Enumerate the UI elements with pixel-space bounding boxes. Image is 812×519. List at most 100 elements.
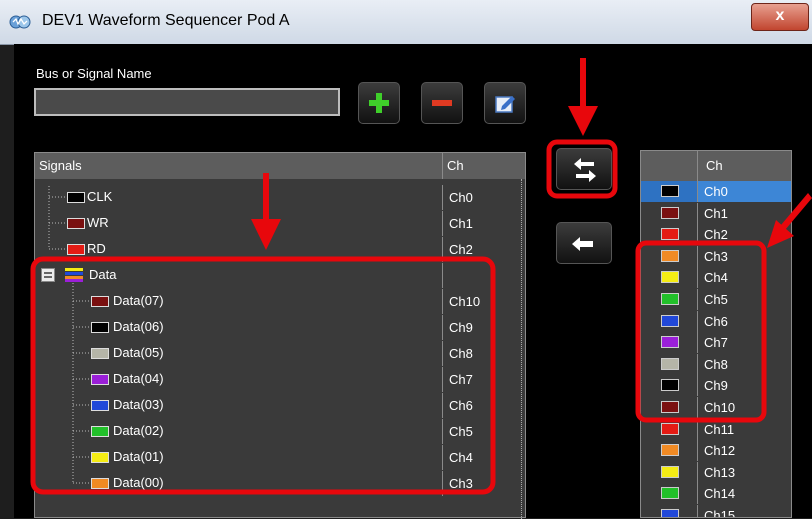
channel-label: Ch0 <box>697 181 791 202</box>
close-button[interactable]: x <box>751 3 809 31</box>
color-swatch <box>91 452 109 463</box>
color-swatch <box>661 401 679 413</box>
color-swatch <box>661 379 679 392</box>
channel-row-ch8[interactable]: Ch8 <box>641 353 791 375</box>
arrow-left-icon <box>572 237 593 251</box>
channel-label: Ch7 <box>697 332 791 354</box>
signal-name: Data(06) <box>113 319 164 334</box>
app-icon <box>9 15 31 29</box>
signal-channel: Ch10 <box>442 289 526 314</box>
channel-row-ch11[interactable]: Ch11 <box>641 418 791 440</box>
signal-name: Data(05) <box>113 345 164 360</box>
channel-row-ch4[interactable]: Ch4 <box>641 267 791 289</box>
channel-row-ch9[interactable]: Ch9 <box>641 375 791 397</box>
channel-label: Ch11 <box>697 418 791 440</box>
signal-channel <box>442 263 526 288</box>
signal-channel: Ch0 <box>442 185 526 210</box>
edit-icon <box>495 96 515 113</box>
signal-name: RD <box>87 241 106 256</box>
channel-row-ch13[interactable]: Ch13 <box>641 461 791 483</box>
color-swatch <box>661 487 679 500</box>
add-button[interactable] <box>358 82 400 124</box>
window-title: DEV1 Waveform Sequencer Pod A <box>42 12 290 29</box>
signal-row-data05[interactable]: Data(05) Ch8 <box>35 341 525 366</box>
channels-column-header[interactable]: Ch <box>697 151 723 181</box>
channel-label: Ch4 <box>697 267 791 289</box>
channel-label: Ch6 <box>697 310 791 332</box>
color-swatch <box>91 374 109 385</box>
color-swatch <box>661 509 679 517</box>
signal-row-data06[interactable]: Data(06) Ch9 <box>35 315 525 340</box>
signal-name: Data(00) <box>113 475 164 490</box>
signal-name: Data(03) <box>113 397 164 412</box>
channels-table: Ch Ch0 Ch1 Ch2 Ch3 Ch4 Ch5 Ch6 Ch7 Ch8 Ch9 Ch10 Ch1… <box>640 150 792 518</box>
plus-icon <box>369 93 389 113</box>
channel-row-ch14[interactable]: Ch14 <box>641 483 791 505</box>
edit-button[interactable] <box>484 82 526 124</box>
signal-name: CLK <box>87 189 113 204</box>
unassign-button[interactable] <box>556 222 612 264</box>
channel-row-ch0[interactable]: Ch0 <box>641 181 791 202</box>
signal-channel: Ch4 <box>442 445 526 470</box>
signal-row-data01[interactable]: Data(01) Ch4 <box>35 445 525 470</box>
channel-label: Ch12 <box>697 440 791 462</box>
color-swatch <box>91 426 109 437</box>
remove-button[interactable] <box>421 82 463 124</box>
swap-arrows-icon <box>574 158 596 182</box>
channel-label: Ch15 <box>697 505 791 517</box>
channel-row-ch12[interactable]: Ch12 <box>641 440 791 462</box>
signal-row-data07[interactable]: Data(07) Ch10 <box>35 289 525 314</box>
scrollbar[interactable] <box>521 179 526 519</box>
channel-row-ch6[interactable]: Ch6 <box>641 310 791 332</box>
bus-row-data[interactable]: Data <box>35 263 525 288</box>
assign-button[interactable] <box>556 148 612 190</box>
channel-row-ch15[interactable]: Ch15 <box>641 505 791 517</box>
signal-row-rd[interactable]: RD Ch2 <box>35 237 525 262</box>
channel-label: Ch9 <box>697 375 791 397</box>
signal-row-wr[interactable]: WR Ch1 <box>35 211 525 236</box>
signal-channel: Ch7 <box>442 367 526 392</box>
channel-label: Ch10 <box>697 397 791 418</box>
channel-row-ch3[interactable]: Ch3 <box>641 245 791 267</box>
channel-label: Ch3 <box>697 245 791 267</box>
signal-channel: Ch2 <box>442 237 526 262</box>
signal-row-data00[interactable]: Data(00) Ch3 <box>35 471 525 496</box>
channel-label: Ch14 <box>697 483 791 505</box>
channels-header: Ch <box>641 151 791 181</box>
color-swatch <box>91 400 109 411</box>
signal-row-data04[interactable]: Data(04) Ch7 <box>35 367 525 392</box>
channel-label: Ch5 <box>697 289 791 310</box>
channel-label: Ch2 <box>697 224 791 246</box>
color-swatch <box>661 422 679 435</box>
signal-row-data02[interactable]: Data(02) Ch5 <box>35 419 525 444</box>
color-swatch <box>661 357 679 370</box>
minus-icon <box>432 100 452 106</box>
signal-channel: Ch3 <box>442 471 526 496</box>
color-swatch <box>91 348 109 359</box>
signal-name: WR <box>87 215 109 230</box>
channel-row-ch1[interactable]: Ch1 <box>641 202 791 224</box>
title-bar: DEV1 Waveform Sequencer Pod A x <box>0 0 812 45</box>
signal-name: Data(07) <box>113 293 164 308</box>
channel-row-ch5[interactable]: Ch5 <box>641 289 791 310</box>
color-swatch <box>661 314 679 327</box>
collapse-toggle-icon[interactable] <box>41 268 55 282</box>
channel-row-ch7[interactable]: Ch7 <box>641 332 791 354</box>
color-swatch <box>67 218 85 229</box>
channel-row-ch2[interactable]: Ch2 <box>641 224 791 246</box>
signal-channel: Ch5 <box>442 419 526 444</box>
signal-channel: Ch9 <box>442 315 526 340</box>
bus-name-input[interactable] <box>34 88 340 116</box>
signal-name: Data(01) <box>113 449 164 464</box>
signal-channel: Ch6 <box>442 393 526 418</box>
color-swatch <box>661 444 679 457</box>
color-swatch <box>661 271 679 284</box>
channel-label: Ch8 <box>697 353 791 375</box>
signal-row-clk[interactable]: CLK Ch0 <box>35 185 525 210</box>
channel-row-ch10[interactable]: Ch10 <box>641 397 791 418</box>
signals-table: Signals Ch CLK Ch0 WR Ch1 RD Ch2 Data Da… <box>34 152 526 519</box>
signal-name: Data(04) <box>113 371 164 386</box>
color-swatch <box>661 228 679 241</box>
signal-row-data03[interactable]: Data(03) Ch6 <box>35 393 525 418</box>
color-swatch <box>661 185 679 197</box>
